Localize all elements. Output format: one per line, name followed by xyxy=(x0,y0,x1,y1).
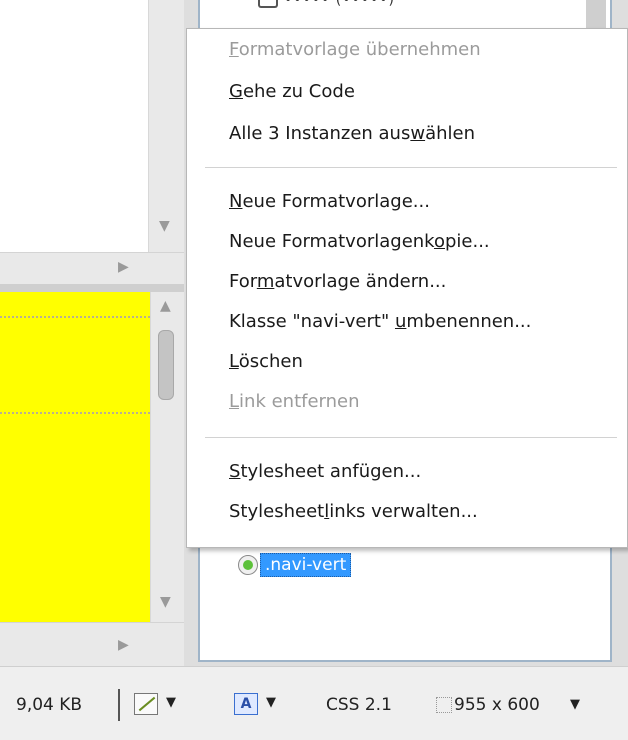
window-size-icon xyxy=(436,697,452,713)
menu-item-neue-formatvorlagenkopie[interactable]: Neue Formatvorlagenkopie... xyxy=(229,231,490,252)
style-list-item-partial[interactable]: ••••• (•••••) xyxy=(258,0,418,8)
dotted-guide-line xyxy=(0,412,150,414)
scroll-right-arrow-icon[interactable]: ▶ xyxy=(118,637,129,653)
scroll-down-arrow-icon[interactable]: ▼ xyxy=(159,218,170,234)
menu-item-link-entfernen: Link entfernen xyxy=(229,391,360,412)
status-bar: 9,04 KB ▼ A ▼ CSS 2.1 955 x 600 ▼ xyxy=(0,666,628,740)
menu-item-formatvorlage-ubernehmen: Formatvorlage übernehmen xyxy=(229,39,481,60)
style-list-scrollbar[interactable] xyxy=(586,0,606,30)
draw-tool-button[interactable]: ▼ xyxy=(134,691,194,719)
menu-item-neue-formatvorlage[interactable]: Neue Formatvorlage... xyxy=(229,191,430,212)
dotted-guide-line xyxy=(0,316,150,318)
style-item-label: .navi-vert xyxy=(260,553,352,577)
menu-separator xyxy=(205,167,617,169)
chevron-down-icon[interactable]: ▼ xyxy=(570,697,580,712)
menu-item-gehe-zu-code[interactable]: Gehe zu Code xyxy=(229,81,355,102)
text-format-button[interactable]: A ▼ xyxy=(234,691,294,719)
status-separator xyxy=(118,689,120,721)
style-radio-icon xyxy=(238,555,258,575)
canvas-horizontal-scrollbar[interactable]: ▶ xyxy=(0,622,184,666)
menu-item-stylesheetlinks-verwalten[interactable]: Stylesheetlinks verwalten... xyxy=(229,501,478,522)
draw-tool-icon xyxy=(134,693,158,715)
context-menu: Formatvorlage übernehmen Gehe zu Code Alle… xyxy=(186,28,628,548)
design-canvas[interactable] xyxy=(0,292,150,622)
menu-item-formatvorlage-andern[interactable]: Formatvorlage ändern... xyxy=(229,271,446,292)
file-size: 9,04 KB xyxy=(16,695,83,715)
top-horizontal-scrollbar[interactable]: ▶ xyxy=(0,252,184,284)
pane-splitter[interactable] xyxy=(0,284,184,292)
scrollbar-thumb[interactable] xyxy=(158,330,174,400)
menu-separator xyxy=(205,437,617,439)
menu-item-alle-3-instanzen-auswahlen[interactable]: Alle 3 Instanzen auswählen xyxy=(229,123,475,144)
window-dimensions[interactable]: 955 x 600 xyxy=(454,695,540,715)
canvas-vertical-scrollbar[interactable]: ▲ ▼ xyxy=(150,292,184,622)
chevron-down-icon[interactable]: ▼ xyxy=(266,695,276,710)
menu-item-klasse-navi-vert-umbenennen[interactable]: Klasse "navi-vert" umbenennen... xyxy=(229,311,531,332)
scroll-right-arrow-icon[interactable]: ▶ xyxy=(118,259,129,275)
editor-top-pane xyxy=(0,0,148,252)
stylesheet-icon xyxy=(258,0,278,8)
css-version[interactable]: CSS 2.1 xyxy=(326,695,392,715)
style-list-item-label: ••••• (•••••) xyxy=(284,0,395,8)
scroll-down-arrow-icon[interactable]: ▼ xyxy=(160,594,171,610)
menu-item-stylesheet-anfugen[interactable]: Stylesheet anfügen... xyxy=(229,461,421,482)
scroll-up-arrow-icon[interactable]: ▲ xyxy=(160,298,171,314)
top-vertical-scrollbar[interactable]: ▼ xyxy=(148,0,184,252)
menu-item-loschen[interactable]: Löschen xyxy=(229,351,303,372)
text-format-icon: A xyxy=(234,693,258,715)
chevron-down-icon[interactable]: ▼ xyxy=(166,695,176,710)
